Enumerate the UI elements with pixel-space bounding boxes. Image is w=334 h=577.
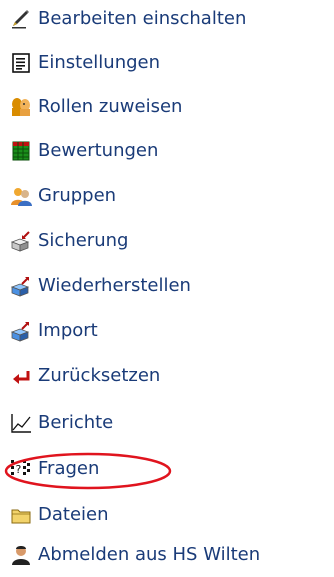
restore-box-icon bbox=[10, 275, 32, 297]
menu-item-zuruecksetzen[interactable]: Zurücksetzen bbox=[0, 361, 334, 391]
edit-pencil-icon bbox=[10, 8, 32, 30]
grades-table-icon bbox=[10, 140, 32, 162]
menu-item-sicherung[interactable]: Sicherung bbox=[0, 226, 334, 256]
menu-item-label: Gruppen bbox=[38, 185, 117, 206]
backup-box-icon bbox=[10, 230, 32, 252]
menu-item-berichte[interactable]: Berichte bbox=[0, 408, 334, 438]
menu-item-rollen-zuweisen[interactable]: Rollen zuweisen bbox=[0, 92, 334, 122]
unenrol-user-icon bbox=[10, 544, 32, 566]
reset-arrow-icon bbox=[10, 365, 32, 387]
menu-item-dateien[interactable]: Dateien bbox=[0, 500, 334, 530]
menu-item-import[interactable]: Import bbox=[0, 316, 334, 346]
questions-icon: ? bbox=[10, 458, 32, 480]
menu-item-label: Bearbeiten einschalten bbox=[38, 8, 247, 29]
menu-item-bewertungen[interactable]: Bewertungen bbox=[0, 136, 334, 166]
menu-item-label: Import bbox=[38, 320, 98, 341]
menu-item-gruppen[interactable]: Gruppen bbox=[0, 181, 334, 211]
menu-item-label: Zurücksetzen bbox=[38, 365, 161, 386]
menu-item-label: Berichte bbox=[38, 412, 114, 433]
groups-users-icon bbox=[10, 185, 32, 207]
menu-item-label: Einstellungen bbox=[38, 52, 161, 73]
menu-item-label: Bewertungen bbox=[38, 140, 159, 161]
menu-item-label: Wiederherstellen bbox=[38, 275, 191, 296]
menu-item-fragen[interactable]: ? Fragen bbox=[0, 454, 334, 484]
menu-item-label: Dateien bbox=[38, 504, 109, 525]
settings-document-icon bbox=[10, 52, 32, 74]
menu-item-label: Rollen zuweisen bbox=[38, 96, 183, 117]
menu-item-wiederherstellen[interactable]: Wiederherstellen bbox=[0, 271, 334, 301]
folder-icon bbox=[10, 504, 32, 526]
menu-item-bearbeiten-einschalten[interactable]: Bearbeiten einschalten bbox=[0, 4, 334, 34]
menu-item-label: Sicherung bbox=[38, 230, 129, 251]
menu-item-label: Abmelden aus HS Wilten bbox=[38, 544, 261, 565]
menu-item-abmelden[interactable]: Abmelden aus HS Wilten bbox=[0, 540, 334, 570]
svg-text:?: ? bbox=[16, 463, 22, 476]
menu-item-label: Fragen bbox=[38, 458, 100, 479]
roles-people-icon bbox=[10, 96, 32, 118]
reports-chart-icon bbox=[10, 412, 32, 434]
menu-item-einstellungen[interactable]: Einstellungen bbox=[0, 48, 334, 78]
import-box-icon bbox=[10, 320, 32, 342]
